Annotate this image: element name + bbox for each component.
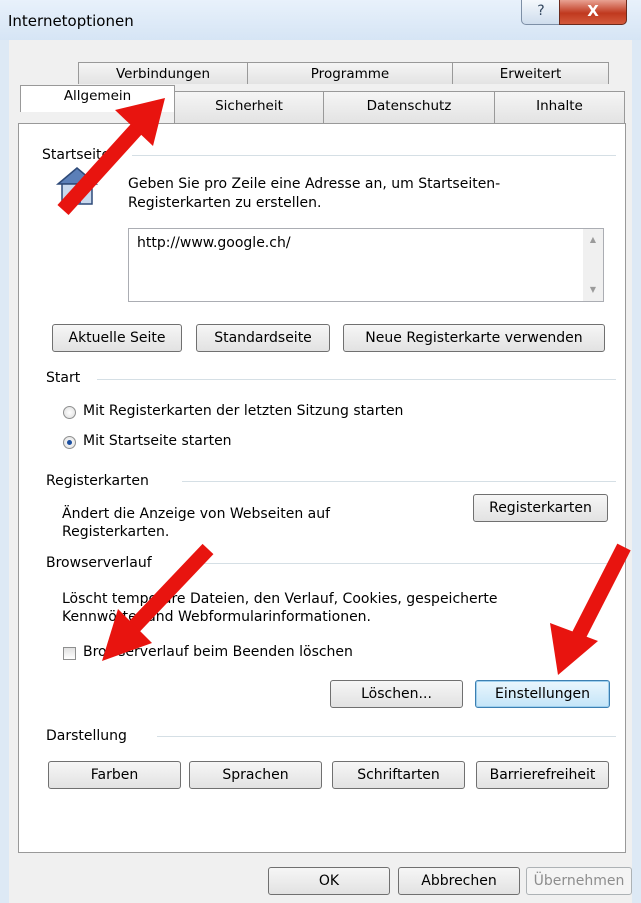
home-page-icon <box>55 167 99 205</box>
settings-button[interactable]: Einstellungen <box>475 680 610 708</box>
section-registerkarten-heading: Registerkarten <box>46 473 149 489</box>
default-page-button[interactable]: Standardseite <box>196 324 330 352</box>
tab-programme[interactable]: Programme <box>247 62 453 84</box>
new-tab-button[interactable]: Neue Registerkarte verwenden <box>343 324 605 352</box>
title-bar: Internetoptionen ? X <box>0 0 641 40</box>
browserverlauf-description-line1: Löscht temporäre Dateien, den Verlauf, C… <box>62 591 498 607</box>
help-button[interactable]: ? <box>521 0 561 25</box>
tab-inhalte[interactable]: Inhalte <box>494 91 625 123</box>
scroll-up-icon[interactable]: ▲ <box>583 231 603 249</box>
delete-button[interactable]: Löschen... <box>330 680 463 708</box>
registerkarten-button[interactable]: Registerkarten <box>473 494 608 522</box>
section-divider <box>97 379 616 380</box>
section-divider <box>182 481 616 482</box>
section-start-heading: Start <box>46 370 81 386</box>
radio-last-session-label: Mit Registerkarten der letzten Sitzung s… <box>83 403 404 419</box>
accessibility-button[interactable]: Barrierefreiheit <box>476 761 609 789</box>
browserverlauf-description-line2: Kennwörter und Webformularinformationen. <box>62 609 372 625</box>
colors-button[interactable]: Farben <box>48 761 181 789</box>
help-icon: ? <box>537 3 545 19</box>
radio-homepage[interactable] <box>63 436 76 449</box>
languages-button[interactable]: Sprachen <box>189 761 322 789</box>
tab-erweitert[interactable]: Erweitert <box>452 62 609 84</box>
window-title: Internetoptionen <box>8 12 134 30</box>
close-button[interactable]: X <box>559 0 627 25</box>
close-icon: X <box>587 2 599 20</box>
radio-homepage-label: Mit Startseite starten <box>83 433 232 449</box>
tab-verbindungen[interactable]: Verbindungen <box>78 62 248 84</box>
cancel-button[interactable]: Abbrechen <box>398 867 520 895</box>
fonts-button[interactable]: Schriftarten <box>332 761 465 789</box>
scroll-down-icon[interactable]: ▼ <box>583 281 603 299</box>
section-divider <box>132 155 616 156</box>
delete-on-exit-label: Browserverlauf beim Beenden löschen <box>83 644 353 660</box>
tab-datenschutz[interactable]: Datenschutz <box>323 91 495 123</box>
startseite-description-line1: Geben Sie pro Zeile eine Adresse an, um … <box>128 176 501 192</box>
registerkarten-description-line2: Registerkarten. <box>62 524 170 540</box>
ok-button[interactable]: OK <box>268 867 390 895</box>
home-url-scrollbar[interactable]: ▲ ▼ <box>583 229 603 301</box>
section-divider <box>157 736 616 737</box>
apply-button[interactable]: Übernehmen <box>526 867 632 895</box>
tab-sicherheit[interactable]: Sicherheit <box>174 91 324 123</box>
tab-allgemein[interactable]: Allgemein <box>20 85 175 112</box>
section-darstellung-heading: Darstellung <box>46 728 127 744</box>
delete-on-exit-checkbox[interactable] <box>63 647 76 660</box>
home-url-box: ▲ ▼ <box>128 228 604 302</box>
section-divider <box>192 563 616 564</box>
registerkarten-description-line1: Ändert die Anzeige von Webseiten auf <box>62 506 331 522</box>
radio-last-session[interactable] <box>63 406 76 419</box>
home-url-input[interactable] <box>129 229 582 301</box>
startseite-description-line2: Registerkarten zu erstellen. <box>128 195 322 211</box>
section-browserverlauf-heading: Browserverlauf <box>46 555 152 571</box>
current-page-button[interactable]: Aktuelle Seite <box>52 324 182 352</box>
